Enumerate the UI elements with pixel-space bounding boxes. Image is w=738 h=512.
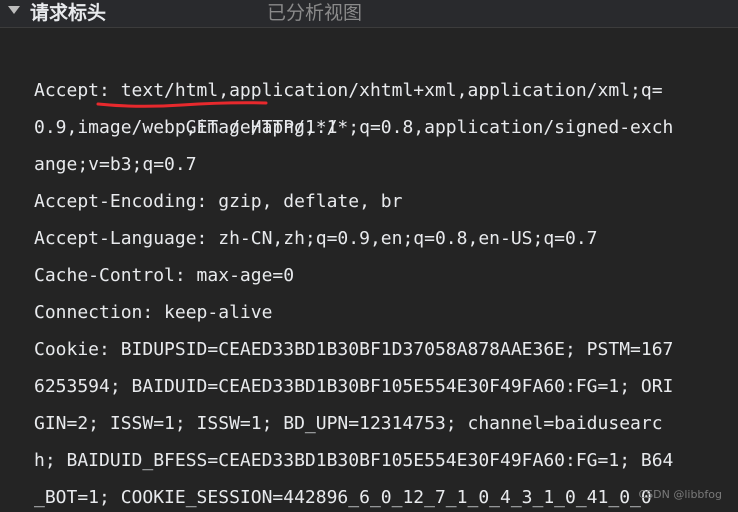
raw-header-line: 6253594; BAIDUID=CEAED33BD1B30BF105E554E… <box>34 376 674 397</box>
red-underline-annotation <box>96 101 268 108</box>
request-line: GET / HTTP/1.1 <box>96 72 338 220</box>
view-parsed-link[interactable]: 已分析视图 <box>267 0 362 26</box>
section-title: 请求标头 <box>30 2 107 24</box>
raw-header-line: Accept-Language: zh-CN,zh;q=0.9,en;q=0.8… <box>34 228 598 249</box>
raw-header-line: Connection: keep-alive <box>34 302 273 323</box>
request-line-row: GET / HTTP/1.1 <box>34 35 724 138</box>
request-headers-panel: 请求标头 已分析视图 GET / HTTP/1.1 Accept: text/h… <box>0 0 738 512</box>
raw-header-line: GIN=2; ISSW=1; ISSW=1; BD_UPN=12314753; … <box>34 413 663 434</box>
raw-header-line: _BOT=1; COOKIE_SESSION=442896_6_0_12_7_1… <box>34 487 652 508</box>
watermark: CSDN @libbfog <box>638 488 722 501</box>
request-line-text: GET / HTTP/1.1 <box>185 117 338 138</box>
raw-header-line: Cookie: BIDUPSID=CEAED33BD1B30BF1D37058A… <box>34 339 674 360</box>
triangle-down-icon[interactable] <box>6 2 22 18</box>
raw-header-line: h; BAIDUID_BFESS=CEAED33BD1B30BF105E554E… <box>34 450 674 471</box>
request-headers-section-header[interactable]: 请求标头 已分析视图 <box>0 0 738 28</box>
raw-header-line: Cache-Control: max-age=0 <box>34 265 295 286</box>
raw-headers-text: GET / HTTP/1.1 Accept: text/html,applica… <box>34 35 724 512</box>
